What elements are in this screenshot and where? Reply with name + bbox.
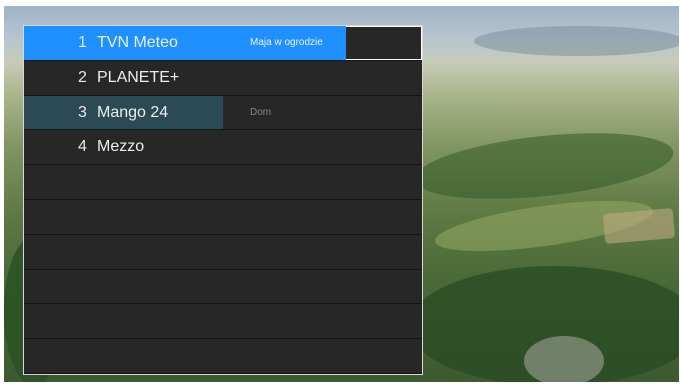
empty-channel-row[interactable]	[24, 304, 422, 340]
channel-name: TVN Meteo	[97, 34, 178, 51]
channel-name: PLANETE+	[97, 68, 180, 86]
empty-channel-row[interactable]	[24, 234, 422, 270]
current-program: Maja w ogrodzie	[250, 37, 323, 48]
channel-row[interactable]: 4 Mezzo	[24, 130, 422, 166]
empty-channel-row[interactable]	[24, 339, 422, 374]
current-program: Dom	[250, 106, 272, 118]
empty-channel-row[interactable]	[24, 200, 422, 235]
distant-hills	[474, 26, 679, 56]
channel-name: Mango 24	[97, 103, 169, 121]
channel-number: 1	[78, 34, 87, 51]
channel-number: 4	[78, 138, 87, 156]
channel-list-panel: 1 TVN Meteo Maja w ogrodzie 2 PLANETE+ 3…	[24, 26, 422, 374]
channel-name: Mezzo	[97, 138, 145, 156]
empty-channel-row[interactable]	[24, 165, 422, 200]
channel-row[interactable]: 2 PLANETE+	[24, 60, 422, 96]
channel-number: 3	[78, 103, 87, 121]
empty-channel-row[interactable]	[24, 269, 422, 305]
channel-number: 2	[78, 68, 87, 86]
forest-band	[411, 122, 677, 210]
farm-field	[602, 208, 676, 244]
channel-row[interactable]: 3 Mango 24 Dom	[24, 95, 422, 131]
channel-row[interactable]: 1 TVN Meteo Maja w ogrodzie	[24, 26, 422, 61]
rocks	[524, 336, 604, 382]
